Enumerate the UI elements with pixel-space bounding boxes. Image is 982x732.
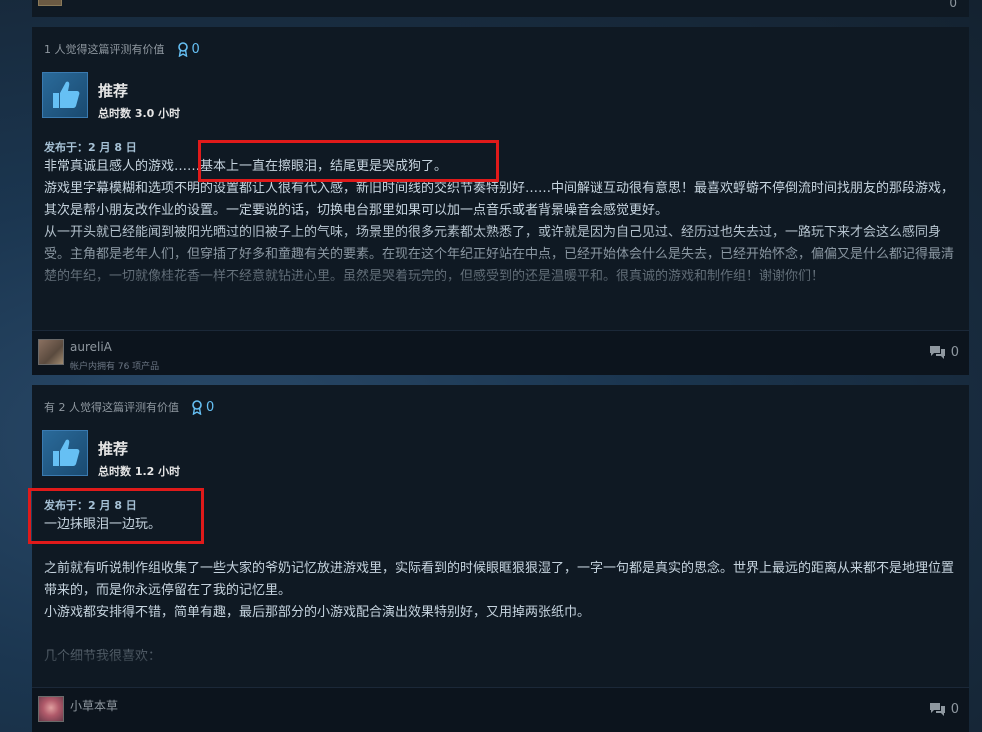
award-icon xyxy=(177,41,188,57)
review-paragraph: 游戏里字幕模糊和选项不明的设置都让人很有代入感，新旧时间线的交织节奏特别好……中… xyxy=(44,181,955,218)
review-spacer xyxy=(44,624,956,646)
review-paragraph: 从一开头就已经能闻到被阳光晒过的旧被子上的气味，场景里的很多元素都太熟悉了，或许… xyxy=(44,225,955,284)
avatar[interactable] xyxy=(38,696,64,722)
recommendation-title[interactable]: 推荐 xyxy=(98,80,128,101)
comment-button[interactable]: 0 xyxy=(929,345,959,360)
review-footer: 小草本草 0 xyxy=(32,687,969,732)
avatar[interactable] xyxy=(38,339,64,365)
award-button[interactable]: 0 xyxy=(191,400,214,415)
posted-date: 发布于：2 月 8 日 xyxy=(44,141,137,154)
thumbs-up-glyph xyxy=(53,439,80,466)
comment-count: 0 xyxy=(950,702,959,717)
products-owned[interactable]: 帐户内拥有 76 项产品 xyxy=(70,359,159,372)
helpful-text: 1 人觉得这篇评测有价值 xyxy=(44,43,165,56)
review-paragraph: 小游戏都安排得不错，简单有趣，最后那部分的小游戏配合演出效果特别好，又用掉两张纸… xyxy=(44,605,591,620)
highlight-box xyxy=(28,488,204,544)
comment-icon xyxy=(929,703,945,716)
highlight-box xyxy=(198,140,499,182)
thumbs-up-icon[interactable] xyxy=(42,72,88,118)
helpful-summary: 有 2 人觉得这篇评测有价值 0 xyxy=(44,399,214,415)
review-footer: aureliA 帐户内拥有 76 项产品 0 xyxy=(32,330,969,375)
comment-icon xyxy=(929,346,945,359)
comment-count[interactable]: 0 xyxy=(949,0,957,10)
recommendation-title[interactable]: 推荐 xyxy=(98,438,128,459)
review-body: 非常真诚且感人的游戏……基本上一直在擦眼泪，结尾更是哭成狗了。 游戏里字幕模糊和… xyxy=(44,156,956,314)
username[interactable]: aureliA xyxy=(70,340,112,354)
hours-played: 总时数 1.2 小时 xyxy=(98,465,181,478)
comment-button[interactable]: 0 xyxy=(929,702,959,717)
review-paragraph: 之前就有听说制作组收集了一些大家的爷奶记忆放进游戏里，实际看到的时候眼眶狠狠湿了… xyxy=(44,561,955,598)
review-card: 有 2 人觉得这篇评测有价值 0 推荐 总时数 1.2 小时 发布于：2 月 8… xyxy=(32,385,969,732)
thumbs-up-icon[interactable] xyxy=(42,430,88,476)
award-icon xyxy=(192,399,202,415)
review-paragraph: 非常真诚且感人的游戏……基本上一直在擦眼泪，结尾更是哭成狗了。 xyxy=(44,159,448,174)
award-button[interactable]: 0 xyxy=(177,42,200,57)
review-paragraph: 几个细节我很喜欢： xyxy=(44,649,162,664)
previous-review-footer: 0 xyxy=(32,0,969,17)
thumbs-up-glyph xyxy=(53,81,80,108)
comment-count: 0 xyxy=(950,345,959,360)
username[interactable]: 小草本草 xyxy=(70,697,118,714)
avatar[interactable] xyxy=(38,0,62,6)
hours-played: 总时数 3.0 小时 xyxy=(98,107,181,120)
award-count: 0 xyxy=(206,399,215,415)
helpful-summary: 1 人觉得这篇评测有价值 0 xyxy=(44,41,200,57)
review-card: 1 人觉得这篇评测有价值 0 推荐 总时数 3.0 小时 发布于：2 月 8 日… xyxy=(32,27,969,375)
helpful-text: 有 2 人觉得这篇评测有价值 xyxy=(44,401,179,414)
comment-count-value: 0 xyxy=(949,0,957,10)
award-count: 0 xyxy=(191,41,200,57)
